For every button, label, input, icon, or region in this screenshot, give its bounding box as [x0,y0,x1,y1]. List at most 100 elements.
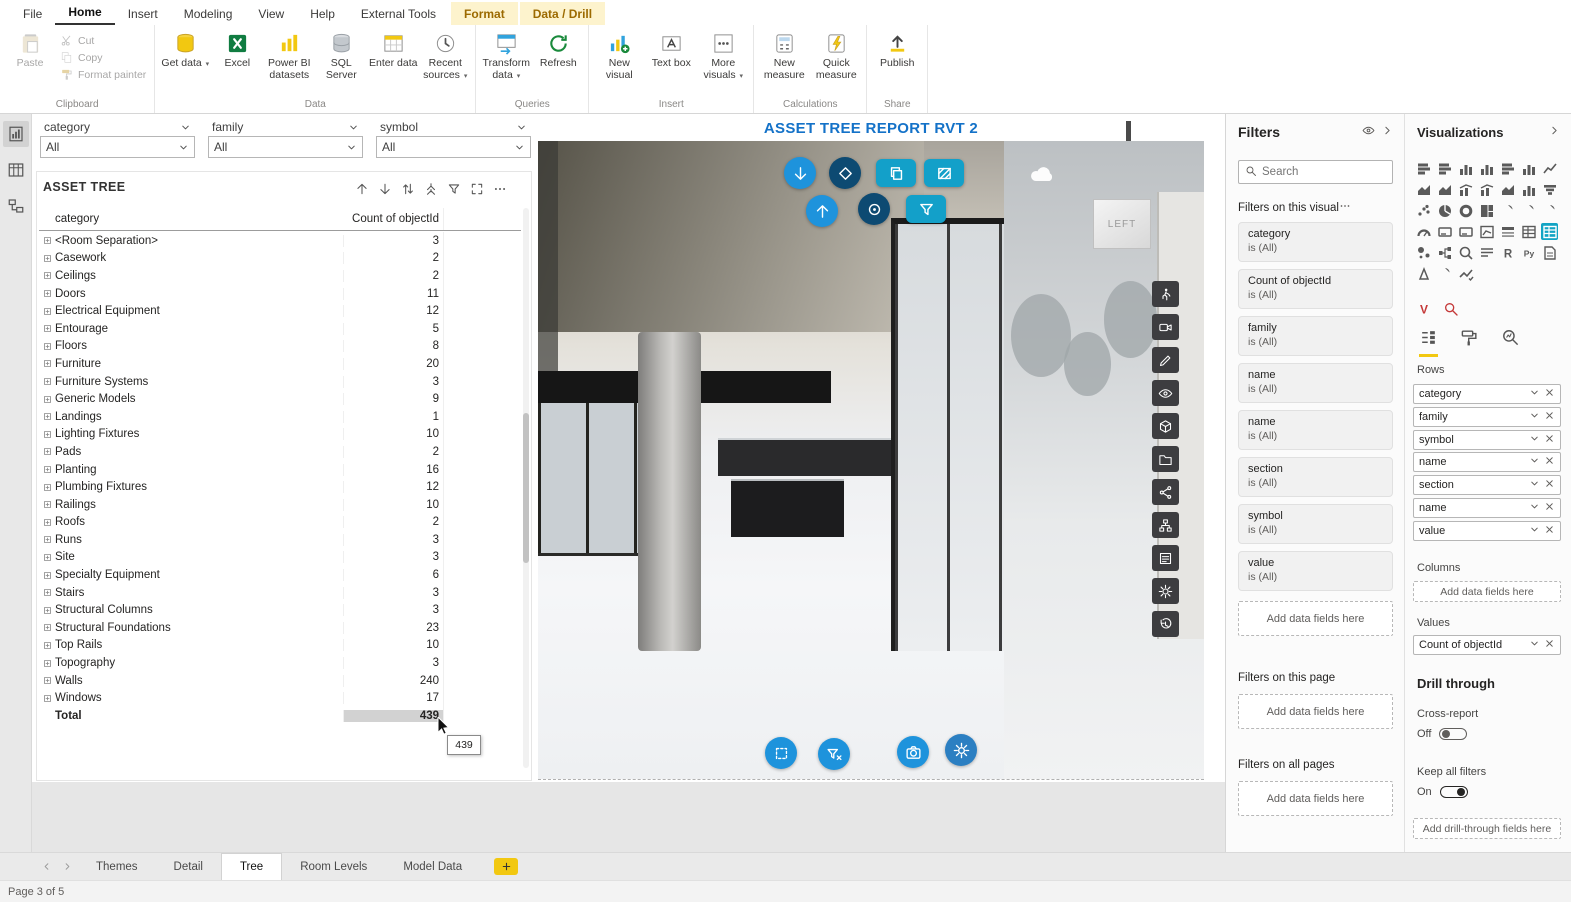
filter-add-fields[interactable]: Add data fields here [1238,781,1393,816]
ribbon-tab-insert[interactable]: Insert [115,2,171,25]
visual-icon-shape-map[interactable] [1541,202,1558,219]
excel-button[interactable]: Excel [211,26,263,98]
remove-field-icon[interactable] [1540,638,1555,652]
viewer-button-diamond[interactable] [829,157,861,189]
collapse-visualizations-icon[interactable] [1548,124,1561,140]
visual-icon-line-and-clustered-column-chart[interactable] [1457,181,1474,198]
values-field-count-of-objectid[interactable]: Count of objectId [1413,635,1561,655]
expand-icon[interactable] [39,447,55,456]
expand-icon[interactable] [39,430,55,439]
visual-icon-waterfall-chart[interactable] [1520,181,1537,198]
model-view-icon[interactable] [3,193,29,219]
transform-data-button[interactable]: Transform data ▾ [480,26,532,98]
report-view-icon[interactable] [3,121,29,147]
table-row[interactable]: Roofs2 [39,514,521,532]
viewer-button-funnel[interactable] [906,195,946,223]
visual-icon-scatter-chart[interactable] [1415,202,1432,219]
visual-icon-stacked-bar-chart[interactable] [1415,160,1432,177]
page-tab-detail[interactable]: Detail [156,853,221,880]
page-tab-tree[interactable]: Tree [221,853,282,880]
rail-gear-icon[interactable] [1152,578,1179,604]
collapse-filters-icon[interactable] [1381,124,1394,140]
build-tab-analytics[interactable] [1501,328,1520,357]
table-row[interactable]: Generic Models9 [39,390,521,408]
rail-walk-icon[interactable] [1152,281,1179,307]
filter-add-fields[interactable]: Add data fields here [1238,694,1393,729]
rows-field-value[interactable]: value [1413,521,1561,541]
slicer-dropdown[interactable]: All [40,136,195,158]
expand-icon[interactable] [39,676,55,685]
ribbon-tab-modeling[interactable]: Modeling [171,2,246,25]
table-row[interactable]: Entourage5 [39,320,521,338]
rows-field-name[interactable]: name [1413,498,1561,518]
visual-icon-multi-row-card[interactable] [1457,223,1474,240]
table-row[interactable]: Ceilings2 [39,267,521,285]
publish-button[interactable]: Publish [871,26,923,98]
expand-icon[interactable] [39,518,55,527]
table-scrollbar[interactable] [523,208,529,768]
expand-icon[interactable] [39,588,55,597]
filter-icon[interactable] [447,182,461,199]
filter-card-symbol[interactable]: symbolis (All) [1238,504,1393,544]
eye-icon[interactable] [1362,124,1375,140]
rows-field-name[interactable]: name [1413,452,1561,472]
data-view-icon[interactable] [3,157,29,183]
new-page-button[interactable] [494,858,518,875]
ribbon-tab-external-tools[interactable]: External Tools [348,2,449,25]
page-nav-right-icon[interactable] [57,853,78,880]
visual-icon-key-influencers[interactable] [1415,244,1432,261]
visual-icon-paginated-report[interactable] [1541,244,1558,261]
table-row[interactable]: Structural Foundations23 [39,619,521,637]
expand-icon[interactable] [39,412,55,421]
visual-icon-metrics[interactable] [1457,265,1474,282]
cross-report-toggle[interactable] [1439,728,1467,740]
table-row[interactable]: Site3 [39,549,521,567]
expand-icon[interactable] [39,307,55,316]
table-row[interactable]: Windows17 [39,689,521,707]
visual-icon-table[interactable] [1520,223,1537,240]
more-options-icon[interactable] [1339,200,1351,215]
expand-icon[interactable] [39,535,55,544]
table-row[interactable]: Plumbing Fixtures12 [39,478,521,496]
table-row[interactable]: Stairs3 [39,584,521,602]
paste-button[interactable]: Paste [4,26,56,98]
drill-down-icon[interactable] [378,182,392,199]
ribbon-tab-data-drill[interactable]: Data / Drill [520,2,605,25]
filter-card-section[interactable]: sectionis (All) [1238,457,1393,497]
visual-icon-decomposition-tree[interactable] [1436,244,1453,261]
slicer-dropdown[interactable]: All [208,136,363,158]
ribbon-tab-view[interactable]: View [245,2,297,25]
table-row[interactable]: Top Rails10 [39,637,521,655]
remove-field-icon[interactable] [1540,455,1555,469]
visual-icon-stacked-column-chart[interactable] [1457,160,1474,177]
viewer-button-arrow-up[interactable] [806,195,838,227]
visual-icon-arcgis-map[interactable] [1436,265,1453,282]
page-nav-left-icon[interactable] [36,853,57,880]
rows-field-symbol[interactable]: symbol [1413,430,1561,450]
remove-field-icon[interactable] [1540,410,1555,424]
expand-icon[interactable] [39,553,55,562]
slicer-header[interactable]: category [40,118,195,136]
visual-icon-funnel-chart[interactable] [1541,181,1558,198]
filters-search-box[interactable] [1238,160,1393,184]
expand-icon[interactable] [39,271,55,280]
chevron-down-icon[interactable] [1525,387,1540,401]
visual-icon-stacked-area-chart[interactable] [1436,181,1453,198]
viewer-button-hatch[interactable] [924,159,964,187]
columns-add-fields[interactable]: Add data fields here [1413,581,1561,602]
3d-viewer-visual[interactable]: ASSET TREE REPORT RVT 2 LEFT [538,119,1204,780]
chevron-down-icon[interactable] [1525,410,1540,424]
table-row[interactable]: Structural Columns3 [39,601,521,619]
expand-icon[interactable] [39,254,55,263]
expand-next-level-icon[interactable] [401,182,415,199]
ribbon-tab-help[interactable]: Help [297,2,348,25]
enter-data-button[interactable]: Enter data [367,26,419,98]
table-row[interactable]: Casework2 [39,250,521,268]
rows-field-family[interactable]: family [1413,407,1561,427]
table-row[interactable]: Landings1 [39,408,521,426]
table-row[interactable]: Walls240 [39,672,521,690]
ribbon-tab-file[interactable]: File [10,2,55,25]
chevron-down-icon[interactable] [1525,524,1540,538]
view-cube[interactable]: LEFT [1093,199,1151,249]
rows-field-category[interactable]: category [1413,384,1561,404]
